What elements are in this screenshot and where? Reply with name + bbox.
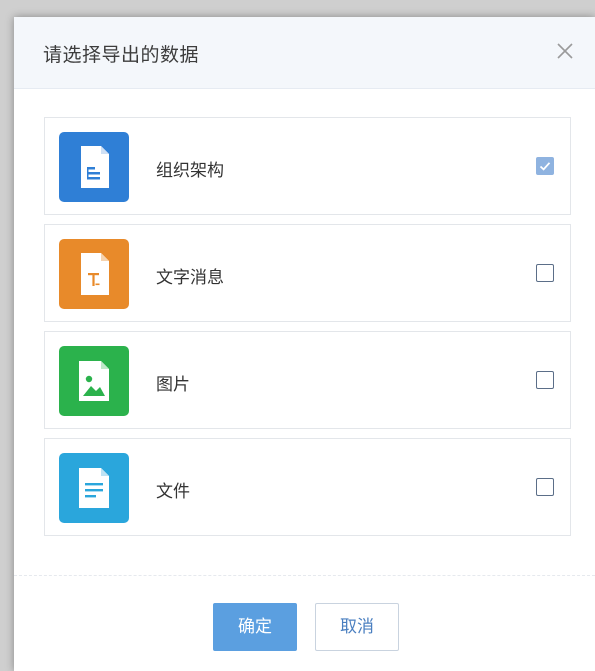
option-org-structure[interactable]: 组织架构	[44, 117, 571, 215]
option-label: 文字消息	[156, 268, 224, 288]
option-checkbox[interactable]	[536, 371, 554, 389]
option-label: 图片	[156, 375, 190, 395]
image-file-icon	[59, 346, 129, 416]
option-checkbox[interactable]	[536, 264, 554, 282]
org-chart-file-icon	[59, 132, 129, 202]
option-checkbox[interactable]	[536, 478, 554, 496]
footer-divider	[14, 575, 595, 576]
cancel-button[interactable]: 取消	[315, 603, 399, 651]
option-text-messages[interactable]: 文字消息	[44, 224, 571, 322]
document-file-icon	[59, 453, 129, 523]
option-label: 组织架构	[156, 161, 224, 181]
dialog-title: 请选择导出的数据	[43, 44, 200, 66]
confirm-button[interactable]: 确定	[213, 603, 297, 651]
text-file-icon	[59, 239, 129, 309]
export-option-list: 组织架构 文字消息 图片 文件	[44, 117, 571, 545]
option-images[interactable]: 图片	[44, 331, 571, 429]
option-checkbox[interactable]	[536, 157, 554, 175]
export-data-dialog: 请选择导出的数据 组织架构 文字消息 图片 文件 确定 取消	[14, 17, 595, 671]
option-label: 文件	[156, 482, 190, 502]
close-icon[interactable]	[553, 39, 577, 63]
dialog-header: 请选择导出的数据	[14, 17, 595, 89]
option-files[interactable]: 文件	[44, 438, 571, 536]
